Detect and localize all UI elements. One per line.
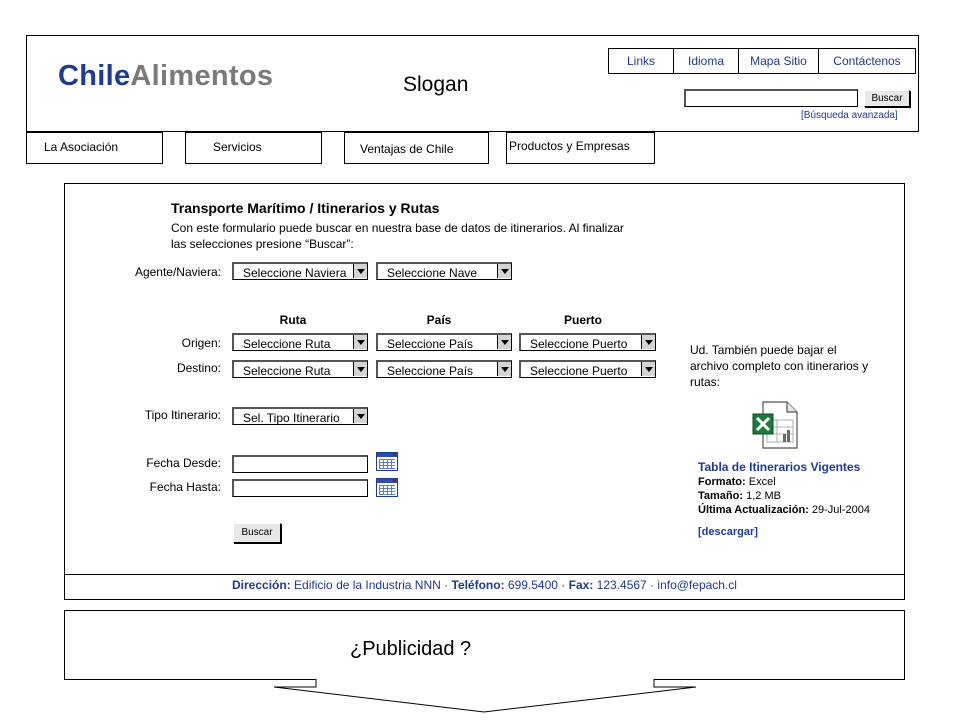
download-title: Tabla de Itinerarios Vigentes (698, 460, 861, 474)
download-size: Tamaño: 1,2 MB (698, 490, 781, 502)
destino-pais-value: Seleccione País (387, 364, 474, 378)
tipo-itinerario-select[interactable]: Sel. Tipo Itinerario (232, 407, 368, 425)
destino-puerto-value: Seleccione Puerto (530, 364, 628, 378)
calendar-icon[interactable] (376, 452, 398, 471)
slogan: Slogan (403, 73, 469, 96)
origen-ruta-value: Seleccione Ruta (243, 337, 331, 351)
origen-ruta-select[interactable]: Seleccione Ruta (232, 333, 368, 351)
updated-label: Última Actualización: (698, 504, 809, 516)
download-format: Formato: Excel (698, 476, 776, 488)
search-input[interactable] (684, 89, 858, 107)
top-link-idioma[interactable]: Idioma (674, 49, 739, 73)
form-description: Con este formulario puede buscar en nues… (171, 221, 624, 251)
advanced-search-link[interactable]: [Búsqueda avanzada] (801, 110, 898, 121)
chevron-down-icon (497, 362, 511, 376)
chevron-down-icon (353, 335, 367, 349)
agente-naviera-label: Agente/Naviera: (134, 265, 221, 279)
tab-ventajas-de-chile[interactable]: Ventajas de Chile (344, 132, 489, 164)
column-header-puerto: Puerto (563, 313, 602, 327)
top-link-contactenos[interactable]: Contáctenos (819, 49, 915, 73)
tab-la-asociacion[interactable]: La Asociación (26, 132, 163, 164)
top-links-bar: Links Idioma Mapa Sitio Contáctenos (608, 48, 916, 74)
nave-select[interactable]: Seleccione Nave (376, 262, 512, 280)
tab-label: Ventajas de Chile (360, 142, 454, 156)
updated-value: 29-Jul-2004 (811, 504, 870, 516)
fecha-desde-input[interactable] (232, 455, 368, 473)
email-link[interactable]: info@fepach.cl (657, 578, 737, 592)
origen-label: Origen: (181, 336, 221, 350)
telefono-value: 699.5400 (507, 578, 558, 592)
origen-pais-value: Seleccione País (387, 337, 474, 351)
tab-productos-y-empresas[interactable]: Productos y Empresas (506, 132, 655, 164)
size-value: 1,2 MB (746, 490, 781, 502)
chevron-down-icon (497, 264, 511, 278)
column-header-ruta: Ruta (279, 313, 307, 327)
search-button[interactable]: Buscar (864, 90, 910, 107)
telefono-label: Teléfono: (451, 578, 505, 592)
tab-label: La Asociación (44, 140, 119, 154)
calendar-icon[interactable] (376, 478, 398, 497)
fecha-hasta-input[interactable] (232, 479, 368, 497)
destino-puerto-select[interactable]: Seleccione Puerto (519, 360, 656, 378)
logo-part-chile: Chile (58, 60, 131, 92)
top-link-links[interactable]: Links (609, 49, 674, 73)
fecha-hasta-label: Fecha Hasta: (149, 480, 221, 494)
chevron-down-icon (353, 362, 367, 376)
footer-divider (64, 574, 905, 575)
top-link-mapa-sitio[interactable]: Mapa Sitio (739, 49, 819, 73)
naviera-select[interactable]: Seleccione Naviera (232, 262, 368, 280)
size-label: Tamaño: (698, 490, 744, 502)
tipo-itinerario-label: Tipo Itinerario: (144, 408, 221, 422)
contact-footer: Dirección: Edificio de la Industria NNN … (232, 578, 737, 592)
fax-label: Fax: (568, 578, 594, 592)
fecha-desde-label: Fecha Desde: (146, 456, 221, 470)
direccion-label: Dirección: (232, 578, 291, 592)
destino-ruta-select[interactable]: Seleccione Ruta (232, 360, 368, 378)
fax-value: 123.4567 (596, 578, 647, 592)
tab-servicios[interactable]: Servicios (185, 132, 322, 164)
download-link[interactable]: [descargar] (698, 526, 758, 538)
tipo-itinerario-value: Sel. Tipo Itinerario (243, 411, 340, 425)
logo-part-alimentos: Alimentos (130, 60, 274, 92)
destino-label: Destino: (176, 361, 221, 375)
destino-ruta-value: Seleccione Ruta (243, 364, 331, 378)
destino-pais-select[interactable]: Seleccione País (376, 360, 512, 378)
download-updated: Última Actualización: 29-Jul-2004 (698, 504, 870, 516)
naviera-select-value: Seleccione Naviera (243, 266, 347, 280)
chevron-down-icon (641, 362, 655, 376)
column-header-pais: País (426, 313, 452, 327)
chevron-down-icon (353, 264, 367, 278)
advertising-box[interactable] (64, 610, 905, 680)
direccion-value: Edificio de la Industria NNN (294, 578, 441, 592)
tab-label: Servicios (213, 140, 262, 154)
scroll-down-arrow-icon (273, 679, 697, 713)
buscar-button[interactable]: Buscar (233, 523, 281, 543)
excel-file-icon[interactable] (737, 400, 801, 450)
origen-puerto-value: Seleccione Puerto (530, 337, 628, 351)
form-title: Transporte Marítimo / Itinerarios y Ruta… (171, 200, 440, 216)
chevron-down-icon (353, 409, 367, 423)
chevron-down-icon (641, 335, 655, 349)
site-logo[interactable]: ChileAlimentos (58, 60, 273, 93)
origen-pais-select[interactable]: Seleccione País (376, 333, 512, 351)
format-label: Formato: (698, 476, 746, 488)
format-value: Excel (748, 476, 776, 488)
origen-puerto-select[interactable]: Seleccione Puerto (519, 333, 656, 351)
tab-label: Productos y Empresas (509, 139, 630, 153)
advertising-text: ¿Publicidad ? (350, 638, 472, 660)
nave-select-value: Seleccione Nave (387, 266, 478, 280)
download-intro: Ud. También puede bajar el archivo compl… (690, 343, 869, 389)
chevron-down-icon (497, 335, 511, 349)
